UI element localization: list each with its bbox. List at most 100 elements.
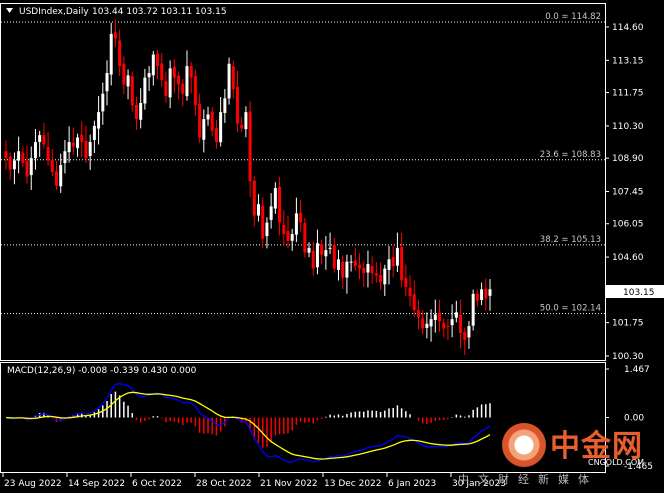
candle-body <box>143 77 147 104</box>
chart-ohlc: 103.44 103.72 103.11 103.15 <box>92 7 227 17</box>
candle-body <box>21 152 25 163</box>
candle-body <box>416 310 420 317</box>
price-tick-label: 108.90 <box>612 154 644 164</box>
candle-body <box>488 289 492 296</box>
candle-body <box>299 212 303 223</box>
candle-body <box>442 323 446 329</box>
candle-body <box>244 112 248 130</box>
candle-body <box>139 102 143 120</box>
candle-body <box>80 134 84 143</box>
chart-background <box>0 0 664 493</box>
candle-body <box>105 73 109 92</box>
macd-label: MACD(12,26,9) -0.008 -0.339 0.430 0.000 <box>7 366 197 376</box>
time-tick-label: 14 Sep 2022 <box>68 479 125 489</box>
candle-body <box>109 33 113 75</box>
candle-body <box>50 159 54 172</box>
candle-body <box>463 331 467 340</box>
candle-body <box>160 63 164 80</box>
candle-body <box>248 111 252 182</box>
candle-body <box>156 53 160 67</box>
candle-body <box>336 259 340 270</box>
candle-body <box>122 63 126 85</box>
time-tick-label: 13 Dec 2022 <box>324 479 382 489</box>
candle-body <box>181 83 185 94</box>
candle-body <box>193 75 197 106</box>
candle-body <box>454 312 458 318</box>
candle-body <box>459 314 463 333</box>
candle-body <box>400 246 404 281</box>
fib-level-label: 23.6 = 108.83 <box>540 150 601 160</box>
candle-body <box>475 293 479 301</box>
candle-body <box>214 128 218 143</box>
fib-level-label: 38.2 = 105.13 <box>540 235 601 245</box>
candle-body <box>269 206 273 220</box>
candle-body <box>38 135 42 142</box>
candle-body <box>437 312 441 322</box>
watermark-url: CNGOLD.COM <box>588 458 645 467</box>
candle-body <box>33 142 37 159</box>
candle-body <box>328 247 332 249</box>
time-tick-label: 28 Oct 2022 <box>196 479 252 489</box>
candle-body <box>404 278 408 287</box>
price-tick-label: 107.45 <box>612 188 644 198</box>
candle-body <box>471 293 475 326</box>
candle-body <box>101 93 105 112</box>
candle-body <box>366 263 370 273</box>
candle-body <box>261 205 265 239</box>
candle-body <box>345 261 349 278</box>
candle-body <box>374 273 378 276</box>
candle-body <box>341 261 345 278</box>
macd-tick-label: 1.467 <box>624 365 650 375</box>
candle-body <box>358 264 362 269</box>
candle-body <box>71 142 75 147</box>
candle-body <box>177 75 181 85</box>
candle-body <box>320 244 324 255</box>
candle-body <box>8 156 12 170</box>
candle-body <box>429 319 433 327</box>
candle-body <box>240 124 244 129</box>
candle-body <box>257 204 261 216</box>
candle-body <box>59 165 63 187</box>
candle-body <box>387 259 391 270</box>
candle-body <box>282 224 286 235</box>
time-tick-label: 6 Jan 2023 <box>388 479 436 489</box>
candle-body <box>118 40 122 67</box>
candle-body <box>206 114 210 120</box>
candle-body <box>147 73 151 78</box>
watermark-tagline: 中文财经新媒体 <box>458 473 598 486</box>
price-tick-label: 106.05 <box>612 220 644 230</box>
candle-body <box>42 135 46 145</box>
candle-body <box>286 231 290 241</box>
fib-level-label: 0.0 = 114.82 <box>545 12 601 22</box>
candle-body <box>168 68 172 98</box>
candle-body <box>273 188 277 209</box>
candle-body <box>379 275 383 283</box>
candle-body <box>46 147 50 161</box>
time-tick-label: 21 Nov 2022 <box>260 479 318 489</box>
candle-body <box>425 323 429 328</box>
candle-body <box>307 247 311 253</box>
price-tick-label: 100.30 <box>612 352 644 362</box>
usd-index-chart: 114.60 113.15 111.75 110.30 108.90 107.45 106.… <box>0 0 664 493</box>
candle-body <box>17 151 21 161</box>
candle-body <box>395 247 399 266</box>
candle-body <box>12 160 16 170</box>
candle-body <box>235 86 239 124</box>
candle-body <box>172 66 176 78</box>
candle-body <box>421 318 425 329</box>
candle-body <box>84 140 88 159</box>
candle-body <box>349 261 353 263</box>
candle-body <box>130 76 134 106</box>
candle-body <box>164 81 168 97</box>
cngold-logo-icon <box>502 423 546 467</box>
candle-body <box>370 266 374 274</box>
candle-body <box>223 98 227 113</box>
candle-body <box>252 180 256 216</box>
price-tick-label: 114.60 <box>612 23 644 33</box>
candle-body <box>63 151 67 164</box>
candle-body <box>433 314 437 321</box>
candle-body <box>134 104 138 120</box>
candle-body <box>97 112 101 129</box>
candle-body <box>315 243 319 268</box>
candle-body <box>151 54 155 76</box>
